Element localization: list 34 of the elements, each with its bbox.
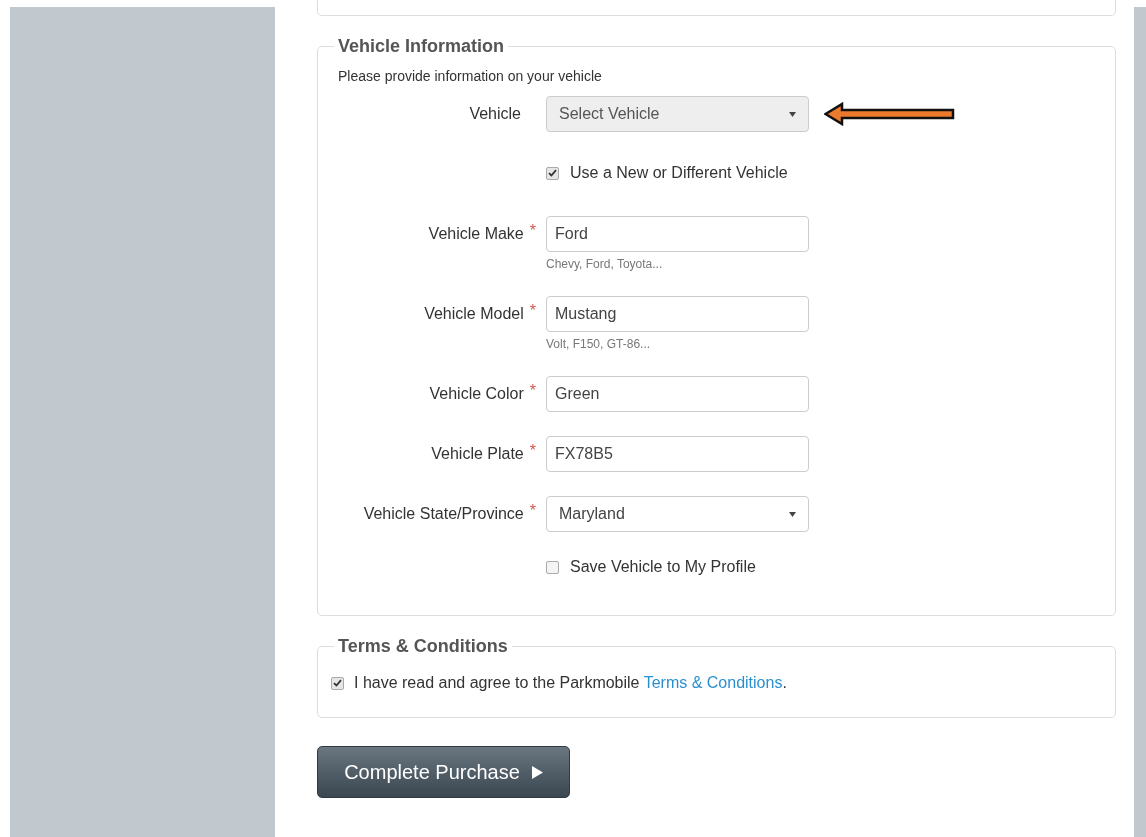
section-title: Vehicle Information (337, 35, 506, 57)
field-label: Vehicle Color (429, 384, 524, 404)
required-asterisk: * (529, 301, 536, 321)
field-label: Vehicle (469, 104, 521, 124)
field-label: Vehicle Model (424, 304, 524, 324)
input-field[interactable]: Ford (546, 216, 809, 252)
select-field[interactable]: Maryland (546, 496, 809, 532)
input-field[interactable]: Green (546, 376, 809, 412)
terms-link[interactable]: Terms & Conditions (643, 674, 783, 691)
checkmark-icon (333, 679, 342, 687)
play-icon (531, 765, 543, 779)
field-label: Vehicle State/Province (363, 504, 524, 524)
section-title: Terms & Conditions (337, 635, 509, 657)
caret-icon (789, 511, 796, 517)
section-description: Please provide information on your vehicle (338, 67, 603, 85)
checkbox[interactable] (546, 166, 559, 180)
checkbox[interactable] (546, 560, 559, 574)
checkbox-label: Save Vehicle to My Profile (570, 557, 756, 577)
required-asterisk: * (529, 381, 536, 401)
help-text: Volt, F150, GT-86... (546, 336, 652, 352)
field-label: Vehicle Make (428, 224, 524, 244)
input-field[interactable]: Mustang (546, 296, 809, 332)
complete-purchase-button[interactable]: Complete Purchase (317, 746, 570, 798)
checkmark-icon (548, 169, 557, 177)
help-text: Chevy, Ford, Toyota... (546, 256, 664, 272)
field-label: Vehicle Plate (431, 444, 524, 464)
checkbox[interactable] (331, 676, 344, 690)
terms-statement: I have read and agree to the Parkmobile Terms & Conditions. (354, 673, 787, 693)
caret-icon (789, 111, 796, 117)
checkbox-label: Use a New or Different Vehicle (570, 163, 788, 183)
input-field[interactable]: FX78B5 (546, 436, 809, 472)
required-asterisk: * (529, 441, 536, 461)
required-asterisk: * (529, 221, 536, 241)
required-asterisk: * (529, 501, 536, 521)
